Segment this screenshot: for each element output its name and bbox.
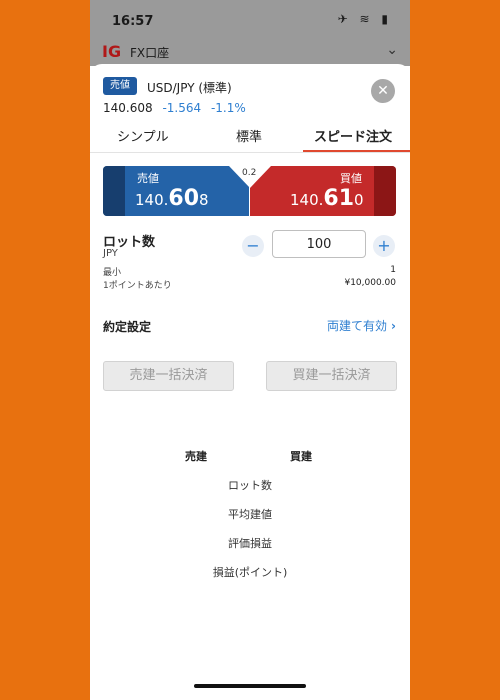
buy-price-button[interactable]: 買値 140.610 [250, 166, 396, 216]
close-icon[interactable]: ✕ [371, 79, 395, 103]
tabs-divider [90, 152, 410, 153]
spread-value: 0.2 [242, 168, 257, 178]
position-row-pnl-points: 損益(ポイント) [212, 566, 288, 579]
status-bar: 16:57 ✈ ≋ ▮ [90, 0, 410, 40]
phone-screen: 16:57 ✈ ≋ ▮ IG FX口座 ⌄ 売値 USD/JPY (標準) 14… [90, 0, 410, 700]
lot-currency: JPY [103, 248, 118, 259]
status-icons: ✈ ≋ ▮ [337, 12, 392, 26]
tab-simple[interactable]: シンプル [117, 126, 169, 145]
buy-price-suffix: 0 [354, 191, 364, 209]
buy-price-big: 61 [323, 186, 355, 211]
account-name: FX口座 [130, 46, 170, 60]
hedging-setting-link[interactable]: 両建て有効 › [327, 317, 396, 334]
chevron-down-icon[interactable]: ⌄ [386, 42, 398, 58]
close-all-sells-button[interactable]: 売建一括決済 [103, 361, 234, 391]
chevron-right-icon: › [391, 319, 396, 333]
min-lot-label: 最小 [103, 268, 122, 278]
side-badge: 売値 [103, 77, 137, 95]
sell-positions-header: 売建 [185, 450, 207, 463]
hedging-setting-value: 両建て有効 [327, 319, 388, 333]
deal-ticket-sheet: 売値 USD/JPY (標準) 140.608 -1.564 -1.1% ✕ シ… [90, 64, 410, 700]
sell-price-button[interactable]: 売値 140.608 [103, 166, 249, 216]
quote-panel: 売値 140.608 買値 140.610 0.2 [103, 166, 396, 216]
buy-price: 140.610 [290, 186, 364, 211]
sell-edge [103, 166, 125, 216]
ig-logo: IG [102, 42, 122, 61]
decrease-lot-button[interactable]: − [242, 235, 264, 257]
per-point-value: ¥10,000.00 [344, 278, 396, 288]
lot-size-input[interactable] [272, 230, 366, 258]
position-row-pnl: 評価損益 [228, 537, 272, 550]
status-time: 16:57 [112, 14, 154, 29]
price-change: -1.564 [162, 101, 202, 115]
buy-positions-header: 買建 [290, 450, 312, 463]
sell-label: 売値 [137, 172, 159, 185]
buy-label: 買値 [340, 172, 362, 185]
tab-standard[interactable]: 標準 [236, 126, 262, 145]
min-lot-value: 1 [390, 265, 396, 275]
price-change-pct: -1.1% [210, 101, 246, 115]
sell-price-prefix: 140. [135, 191, 169, 209]
increase-lot-button[interactable]: + [373, 235, 395, 257]
account-selector[interactable]: IG FX口座 ⌄ [90, 40, 410, 66]
active-tab-indicator [303, 150, 410, 152]
sell-price-suffix: 8 [199, 191, 209, 209]
instrument-name: USD/JPY (標準) [147, 81, 232, 95]
execution-settings-label: 約定設定 [103, 320, 152, 334]
tab-speed-order[interactable]: スピード注文 [314, 126, 392, 145]
home-indicator [194, 684, 306, 688]
price-line: 140.608 -1.564 -1.1% [103, 101, 246, 115]
sell-price: 140.608 [135, 186, 209, 211]
sell-price-big: 60 [168, 186, 200, 211]
buy-price-prefix: 140. [290, 191, 324, 209]
per-point-label: 1ポイントあたり [103, 281, 172, 291]
buy-edge [374, 166, 396, 216]
position-row-avg-price: 平均建値 [228, 508, 272, 521]
close-all-buys-button[interactable]: 買建一括決済 [266, 361, 397, 391]
position-row-lots: ロット数 [228, 479, 272, 492]
current-price: 140.608 [103, 101, 153, 115]
